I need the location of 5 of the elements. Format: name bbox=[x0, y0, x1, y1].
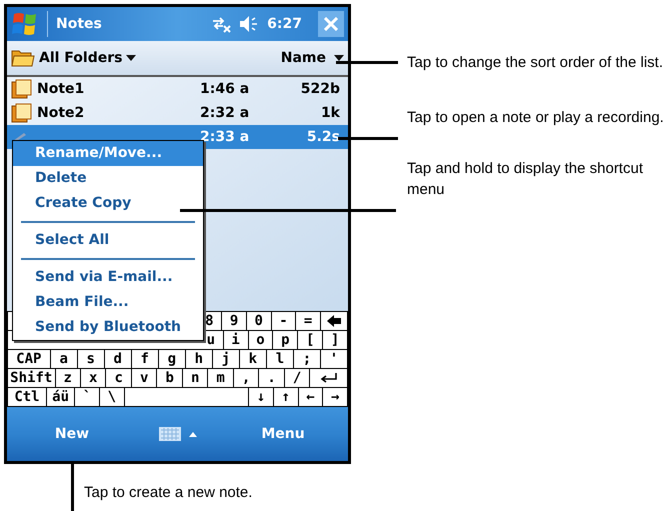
callout-text: Tap and hold to display the shortcut menu bbox=[407, 159, 644, 200]
callout-text: Tap to change the sort order of the list. bbox=[407, 53, 664, 73]
callout-text: Tap to open a note or play a recording. bbox=[407, 108, 665, 128]
window-title: Notes bbox=[56, 14, 103, 34]
callout-text: Tap to create a new note. bbox=[84, 483, 252, 503]
